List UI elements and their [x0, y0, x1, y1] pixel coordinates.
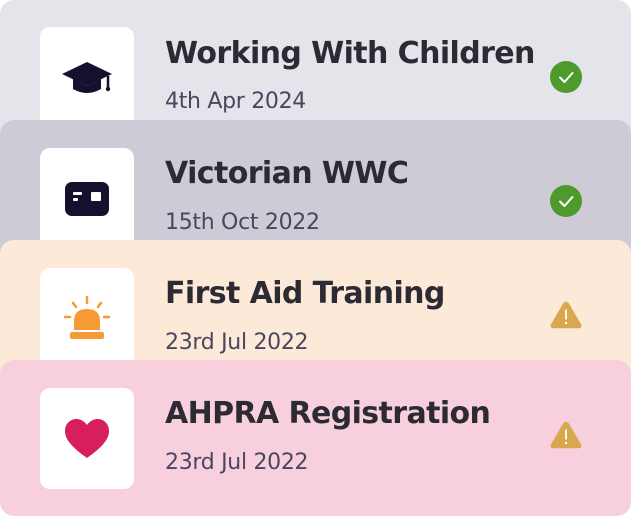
credential-title: Working With Children — [165, 36, 535, 71]
credentials-list: Working With Children 4th Apr 2024 Victo… — [0, 0, 631, 516]
credential-icon-box — [40, 388, 134, 489]
heart-icon — [65, 418, 109, 458]
check-circle-icon — [550, 61, 582, 93]
credential-title: Victorian WWC — [165, 156, 409, 191]
warning-triangle-icon — [550, 301, 582, 329]
status-badge — [549, 298, 583, 332]
status-badge — [549, 418, 583, 452]
credential-icon-box — [40, 148, 134, 249]
id-card-icon — [65, 181, 109, 216]
credential-icon-box — [40, 27, 134, 128]
credential-date: 15th Oct 2022 — [165, 210, 320, 235]
credential-title: AHPRA Registration — [165, 396, 491, 431]
credential-date: 23rd Jul 2022 — [165, 330, 309, 355]
credential-icon-box — [40, 268, 134, 369]
credential-card-ahpra-registration[interactable]: AHPRA Registration 23rd Jul 2022 — [0, 360, 631, 516]
status-badge — [549, 60, 583, 94]
credential-date: 4th Apr 2024 — [165, 89, 307, 114]
graduation-cap-icon — [62, 61, 112, 93]
status-badge — [549, 184, 583, 218]
warning-triangle-icon — [550, 421, 582, 449]
siren-icon — [63, 295, 111, 339]
credential-title: First Aid Training — [165, 276, 445, 311]
credential-date: 23rd Jul 2022 — [165, 450, 309, 475]
check-circle-icon — [550, 185, 582, 217]
